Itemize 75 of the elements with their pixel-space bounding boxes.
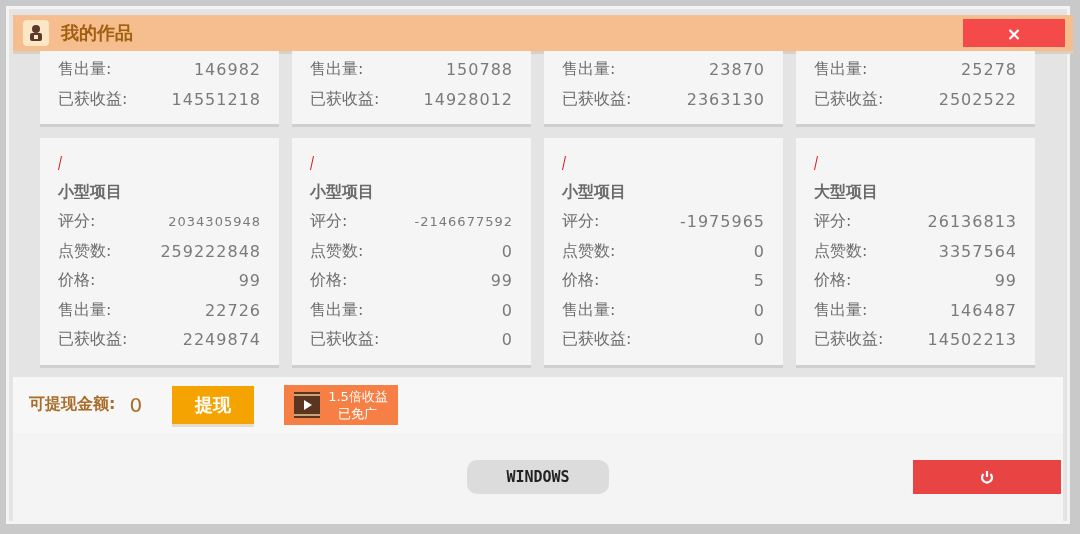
stat-label: 价格: xyxy=(814,270,852,292)
stat-label: 已获收益: xyxy=(310,329,380,351)
stat-value: 0 xyxy=(753,330,765,350)
stat-label: 价格: xyxy=(58,270,96,292)
power-icon xyxy=(980,469,994,484)
stat-value: 146487 xyxy=(949,300,1017,320)
stat-label: 售出量: xyxy=(58,299,112,321)
stat-value: 99 xyxy=(490,271,513,291)
close-button[interactable]: × xyxy=(963,19,1065,47)
stat-value: 5 xyxy=(753,271,765,291)
stat-label: 已获收益: xyxy=(814,329,884,351)
stat-value: 26136813 xyxy=(927,212,1017,232)
power-button[interactable] xyxy=(913,459,1061,494)
stat-value: 0 xyxy=(753,300,765,320)
stroke-icon xyxy=(814,156,818,170)
withdraw-amount: 0 xyxy=(129,392,143,417)
stat-value: 150788 xyxy=(445,60,513,80)
stat-label: 已获收益: xyxy=(310,88,380,110)
stat-value: 99 xyxy=(994,271,1017,291)
stat-label: 售出量: xyxy=(310,299,364,321)
stat-label: 售出量: xyxy=(562,59,616,81)
stat-label: 点赞数: xyxy=(310,240,364,262)
video-icon xyxy=(294,391,321,418)
stat-value: 14551218 xyxy=(171,89,261,109)
stat-label: 评分: xyxy=(814,211,852,233)
withdraw-label: 可提现金额: xyxy=(29,394,116,415)
stat-value: -2146677592 xyxy=(414,214,513,230)
stat-label: 价格: xyxy=(310,270,348,292)
stroke-icon xyxy=(310,156,314,170)
project-type: 小型项目 xyxy=(562,182,627,203)
stat-value: 25278 xyxy=(961,60,1017,80)
project-type: 大型项目 xyxy=(814,182,879,203)
window-title: 我的作品 xyxy=(61,21,134,45)
stat-label: 评分: xyxy=(58,211,96,233)
stat-label: 已获收益: xyxy=(58,88,128,110)
withdraw-button[interactable]: 提现 xyxy=(172,385,255,424)
stat-value: 14502213 xyxy=(927,330,1017,350)
stat-value: 2363130 xyxy=(686,89,765,109)
stat-label: 点赞数: xyxy=(814,240,868,262)
stat-label: 已获收益: xyxy=(562,329,632,351)
stat-label: 售出量: xyxy=(814,299,868,321)
stat-value: 22726 xyxy=(205,300,261,320)
stat-value: 259222848 xyxy=(160,241,261,261)
stat-label: 已获收益: xyxy=(562,88,632,110)
stat-value: -1975965 xyxy=(679,212,765,232)
stat-value: 2249874 xyxy=(182,330,261,350)
bonus-button[interactable]: 1.5倍收益 已免广 xyxy=(284,384,398,425)
stat-label: 评分: xyxy=(562,211,600,233)
stroke-icon xyxy=(58,156,62,170)
stat-value: 14928012 xyxy=(423,89,513,109)
stat-value: 0 xyxy=(501,300,513,320)
stat-label: 已获收益: xyxy=(814,88,884,110)
stat-label: 价格: xyxy=(562,270,600,292)
user-icon xyxy=(23,20,49,46)
project-type: 小型项目 xyxy=(58,182,123,203)
platform-button[interactable]: WINDOWS xyxy=(467,459,609,494)
stat-value: 0 xyxy=(501,330,513,350)
stat-label: 售出量: xyxy=(814,59,868,81)
stat-label: 售出量: xyxy=(562,299,616,321)
stat-value: 0 xyxy=(753,241,765,261)
stat-value: 23870 xyxy=(709,60,765,80)
stat-value: 146982 xyxy=(193,60,261,80)
stat-value: 0 xyxy=(501,241,513,261)
stat-label: 点赞数: xyxy=(562,240,616,262)
stat-value: 2034305948 xyxy=(168,214,261,230)
stat-value: 99 xyxy=(238,271,261,291)
stat-label: 点赞数: xyxy=(58,240,112,262)
stat-label: 售出量: xyxy=(310,59,364,81)
stat-label: 评分: xyxy=(310,211,348,233)
stat-label: 已获收益: xyxy=(58,329,128,351)
stat-value: 3357564 xyxy=(938,241,1017,261)
stroke-icon xyxy=(562,156,566,170)
project-type: 小型项目 xyxy=(310,182,375,203)
stat-label: 售出量: xyxy=(58,59,112,81)
stat-value: 2502522 xyxy=(938,89,1017,109)
